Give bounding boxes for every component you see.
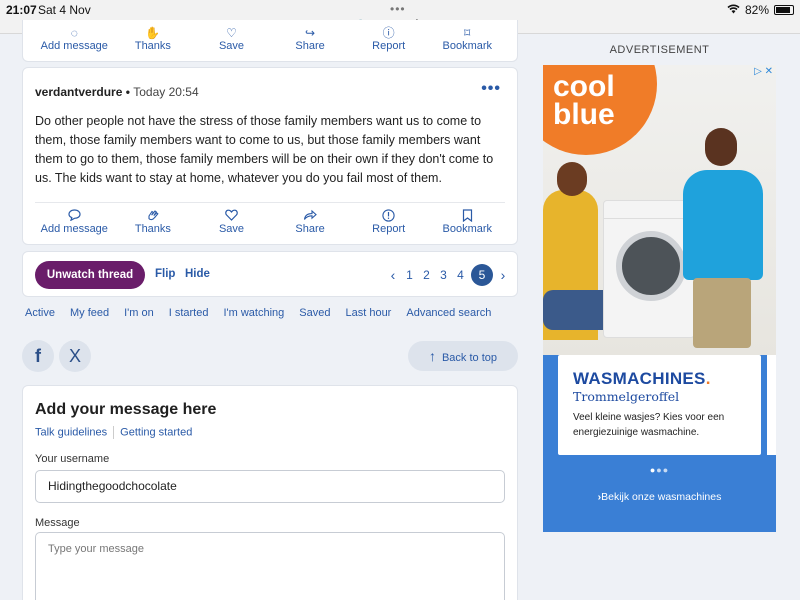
coolblue-logo: cool blue (543, 65, 657, 155)
x-share-button[interactable]: X (59, 340, 91, 372)
clap-hands-icon: ✋ (145, 26, 161, 40)
ad-choices-icon[interactable]: ▷ ✕ (754, 66, 773, 77)
talk-guidelines-link[interactable]: Talk guidelines (35, 426, 107, 438)
carousel-dots[interactable]: ●●● (543, 465, 776, 475)
system-indicators: 82% (727, 3, 794, 17)
hide-link[interactable]: Hide (185, 268, 210, 280)
nav-link-im-watching[interactable]: I'm watching (223, 307, 284, 319)
report-button[interactable]: Report (349, 209, 428, 235)
ad-person-woman (543, 162, 623, 340)
share-arrow-icon: ↪ (305, 26, 316, 40)
info-circle-icon (349, 209, 428, 223)
chevron-right-icon[interactable]: › (495, 263, 511, 287)
username-label: Your username (35, 453, 110, 465)
facebook-icon: f (35, 346, 41, 366)
more-dots-icon[interactable]: ••• (390, 2, 406, 16)
post-timestamp: Today 20:54 (133, 85, 199, 99)
nav-link-active[interactable]: Active (25, 307, 55, 319)
nav-link-im-on[interactable]: I'm on (124, 307, 154, 319)
wifi-icon (727, 3, 740, 17)
nav-link-saved[interactable]: Saved (299, 307, 330, 319)
chevron-left-icon[interactable]: ‹ (385, 263, 401, 287)
page-link-4[interactable]: 4 (452, 263, 469, 287)
post-body: Do other people not have the stress of t… (35, 114, 494, 185)
post-separator: • (122, 85, 134, 99)
thread-controls-bar: Unwatch thread Flip Hide ‹ 1 2 3 4 5 › (22, 251, 518, 297)
page-link-current[interactable]: 5 (471, 264, 493, 286)
page-link-3[interactable]: 3 (435, 263, 452, 287)
thanks-button[interactable]: ✋ Thanks (114, 26, 193, 52)
reply-help-links: Talk guidelines Getting started (35, 426, 192, 439)
save-button[interactable]: ♡ Save (192, 26, 271, 52)
report-button[interactable]: ⓘ Report (349, 26, 428, 52)
battery-percent: 82% (744, 3, 769, 17)
ad-subtitle: Trommelgeroffel (573, 389, 680, 404)
message-textarea[interactable]: Type your message (35, 532, 505, 600)
bookmark-button[interactable]: Bookmark (428, 209, 507, 235)
heart-icon: ♡ (226, 26, 237, 40)
message-label: Message (35, 517, 80, 529)
getting-started-link[interactable]: Getting started (120, 426, 192, 438)
facebook-share-button[interactable]: f (22, 340, 54, 372)
speech-bubble-icon: ◌ (70, 26, 78, 40)
advertisement-banner[interactable]: cool blue ▷ ✕ WASMACHINES. Trommelgeroff… (543, 65, 776, 532)
page-link-1[interactable]: 1 (401, 263, 418, 287)
divider (35, 202, 505, 203)
ad-product-card[interactable]: WASMACHINES. Trommelgeroffel Veel kleine… (558, 355, 761, 455)
arrow-up-icon: ↑ (428, 348, 436, 364)
clock: 21:07 (6, 3, 37, 17)
bookmark-icon (428, 209, 507, 223)
add-message-button[interactable]: ◌ Add message (35, 26, 114, 52)
post-card: verdantverdure • Today 20:54 ••• Do othe… (22, 67, 518, 245)
nav-link-my-feed[interactable]: My feed (70, 307, 109, 319)
pagination: ‹ 1 2 3 4 5 › (385, 263, 511, 287)
ad-title: WASMACHINES (573, 369, 706, 388)
back-to-top-button[interactable]: ↑ Back to top (408, 341, 518, 371)
reply-form-title: Add your message here (35, 401, 217, 418)
share-button[interactable]: ↪ Share (271, 26, 350, 52)
add-message-button[interactable]: Add message (35, 209, 114, 235)
speech-bubble-icon (35, 209, 114, 223)
reply-form: Add your message here Talk guidelines Get… (22, 385, 518, 600)
unwatch-thread-button[interactable]: Unwatch thread (35, 261, 145, 289)
previous-post-card: ◌ Add message ✋ Thanks ♡ Save ↪ Share ⓘ Repor… (22, 20, 518, 62)
ad-cta-link[interactable]: ›Bekijk onze wasmachines (543, 491, 776, 503)
back-to-top-label: Back to top (441, 352, 498, 364)
ad-next-card-peek[interactable] (767, 355, 776, 455)
ad-description: Veel kleine wasjes? Kies voor een energi… (573, 412, 725, 438)
heart-icon (192, 209, 271, 223)
x-logo-icon: X (68, 346, 81, 366)
battery-icon (774, 5, 794, 15)
nav-link-advanced-search[interactable]: Advanced search (406, 307, 491, 319)
share-arrow-icon (271, 209, 350, 223)
thanks-button[interactable]: Thanks (114, 209, 193, 235)
nav-link-i-started[interactable]: I started (169, 307, 209, 319)
link-separator (113, 426, 115, 439)
post-author-name[interactable]: verdantverdure (35, 85, 122, 99)
washing-machine-image (603, 200, 695, 338)
ad-person-man (683, 128, 763, 348)
nav-link-last-hour[interactable]: Last hour (345, 307, 391, 319)
ad-title-dot: . (705, 369, 711, 388)
date: Sat 4 Nov (38, 3, 91, 17)
info-circle-icon: ⓘ (382, 26, 395, 40)
bookmark-button[interactable]: ⌑ Bookmark (428, 26, 507, 52)
more-options-icon[interactable]: ••• (481, 80, 501, 98)
bookmark-icon: ⌑ (464, 26, 471, 40)
share-button[interactable]: Share (271, 209, 350, 235)
page-link-2[interactable]: 2 (418, 263, 435, 287)
save-button[interactable]: Save (192, 209, 271, 235)
flip-link[interactable]: Flip (155, 268, 175, 280)
clap-hands-icon (114, 209, 193, 223)
quick-links-nav: Active My feed I'm on I started I'm watc… (25, 307, 491, 319)
advertisement-label: ADVERTISEMENT (609, 44, 710, 56)
ad-photo: cool blue ▷ ✕ (543, 65, 776, 355)
username-field[interactable]: Hidingthegoodchocolate (35, 470, 505, 503)
